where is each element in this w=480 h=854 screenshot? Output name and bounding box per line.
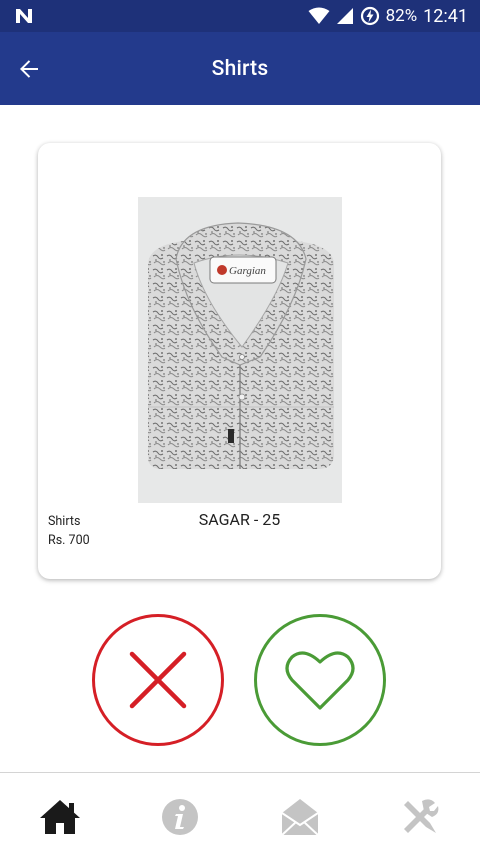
product-category: Shirts — [48, 514, 81, 529]
like-button[interactable] — [254, 614, 386, 746]
heart-icon — [285, 651, 355, 710]
reject-button[interactable] — [92, 614, 224, 746]
info-icon — [162, 799, 198, 835]
tools-icon — [404, 799, 439, 833]
home-icon — [40, 800, 80, 834]
brand-label: Gargian — [229, 265, 266, 277]
bottom-navigation — [0, 772, 480, 854]
arrow-left-icon — [20, 60, 38, 78]
status-right: 82% 12:41 — [308, 6, 468, 27]
product-price: Rs. 700 — [48, 533, 90, 548]
nav-info[interactable] — [158, 795, 202, 839]
back-button[interactable] — [14, 54, 44, 84]
nav-mail[interactable] — [278, 795, 322, 839]
battery-percent: 82% — [385, 6, 418, 26]
close-icon — [129, 651, 187, 709]
status-bar: 82% 12:41 — [0, 0, 480, 32]
n-notification-icon — [16, 9, 32, 23]
mail-icon — [281, 799, 319, 836]
wifi-icon — [308, 7, 330, 24]
nav-home[interactable] — [38, 795, 82, 839]
status-left — [14, 7, 34, 25]
clock: 12:41 — [423, 5, 468, 27]
product-name: SAGAR - 25 — [198, 510, 281, 529]
signal-icon — [336, 8, 353, 24]
nav-tools[interactable] — [398, 795, 442, 839]
shirt-image: Gargian — [138, 197, 342, 503]
app-bar: Shirts — [0, 32, 480, 105]
product-card[interactable]: Gargian SAGAR - 25 Shirts Rs. 700 — [38, 143, 441, 579]
product-image: Gargian — [138, 197, 342, 503]
battery-charging-icon — [360, 6, 379, 26]
page-title: Shirts — [211, 56, 269, 81]
